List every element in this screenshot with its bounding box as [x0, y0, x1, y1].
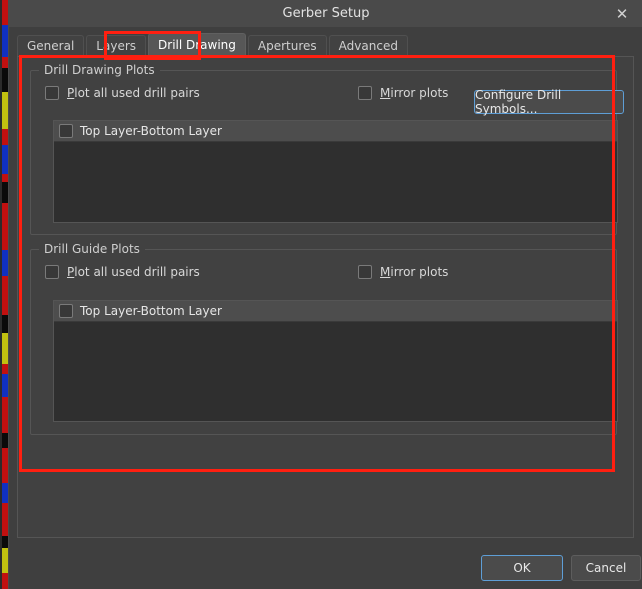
checkbox-row-plot-all-drill-guide[interactable]: Plot all used drill pairs — [45, 265, 200, 279]
label-rest: lot all used drill pairs — [74, 86, 200, 100]
drill-drawing-pairs-list[interactable]: Top Layer-Bottom Layer — [53, 120, 618, 223]
checkbox-plot-all-drill-guide[interactable] — [45, 265, 59, 279]
configure-drill-symbols-button[interactable]: Configure Drill Symbols... — [474, 88, 624, 116]
tab-general[interactable]: General — [17, 35, 85, 57]
cancel-button[interactable]: Cancel — [571, 555, 641, 581]
group-drill-guide-plots: Drill Guide Plots Plot all used drill pa… — [30, 242, 618, 435]
drill-drawing-panel: Drill Drawing Plots Plot all used drill … — [17, 56, 634, 538]
dialog-title: Gerber Setup — [282, 6, 370, 21]
list-item-label: Top Layer-Bottom Layer — [80, 304, 222, 318]
tab-strip: General Layers Drill Drawing Apertures A… — [17, 33, 410, 57]
ok-button[interactable]: OK — [481, 555, 563, 581]
checkbox-drill-pair-drill-guide[interactable] — [59, 304, 73, 318]
checkbox-row-mirror-drill-drawing[interactable]: Mirror plots — [358, 86, 448, 100]
label-rest: irror plots — [390, 265, 449, 279]
group-drill-guide-plots-title: Drill Guide Plots — [39, 242, 145, 256]
checkbox-drill-pair-drill-drawing[interactable] — [59, 124, 73, 138]
checkbox-mirror-drill-guide[interactable] — [358, 265, 372, 279]
group-drill-drawing-plots-title: Drill Drawing Plots — [39, 63, 160, 77]
label-mirror-drill-drawing: Mirror plots — [380, 86, 448, 100]
checkbox-row-mirror-drill-guide[interactable]: Mirror plots — [358, 265, 448, 279]
label-mirror-drill-guide: Mirror plots — [380, 265, 448, 279]
list-item[interactable]: Top Layer-Bottom Layer — [54, 121, 617, 142]
mnemonic-letter: M — [380, 86, 391, 100]
checkbox-plot-all-drill-drawing[interactable] — [45, 86, 59, 100]
checkbox-mirror-drill-drawing[interactable] — [358, 86, 372, 100]
mnemonic-letter: M — [380, 265, 391, 279]
list-item[interactable]: Top Layer-Bottom Layer — [54, 301, 617, 322]
label-rest: lot all used drill pairs — [74, 265, 200, 279]
label-plot-all-drill-drawing: Plot all used drill pairs — [67, 86, 200, 100]
list-item-label: Top Layer-Bottom Layer — [80, 124, 222, 138]
tab-layers[interactable]: Layers — [86, 35, 147, 57]
tab-drill-drawing[interactable]: Drill Drawing — [148, 33, 246, 57]
tab-advanced[interactable]: Advanced — [328, 35, 408, 57]
label-rest: irror plots — [390, 86, 449, 100]
tab-apertures[interactable]: Apertures — [247, 35, 327, 57]
dialog-titlebar: Gerber Setup ✕ — [9, 0, 642, 27]
close-icon[interactable]: ✕ — [611, 3, 633, 25]
label-plot-all-drill-guide: Plot all used drill pairs — [67, 265, 200, 279]
drill-guide-pairs-list[interactable]: Top Layer-Bottom Layer — [53, 300, 618, 422]
gerber-setup-dialog: Gerber Setup ✕ General Layers Drill Draw… — [8, 0, 642, 589]
checkbox-row-plot-all-drill-drawing[interactable]: Plot all used drill pairs — [45, 86, 200, 100]
group-drill-drawing-plots: Drill Drawing Plots Plot all used drill … — [30, 63, 624, 235]
